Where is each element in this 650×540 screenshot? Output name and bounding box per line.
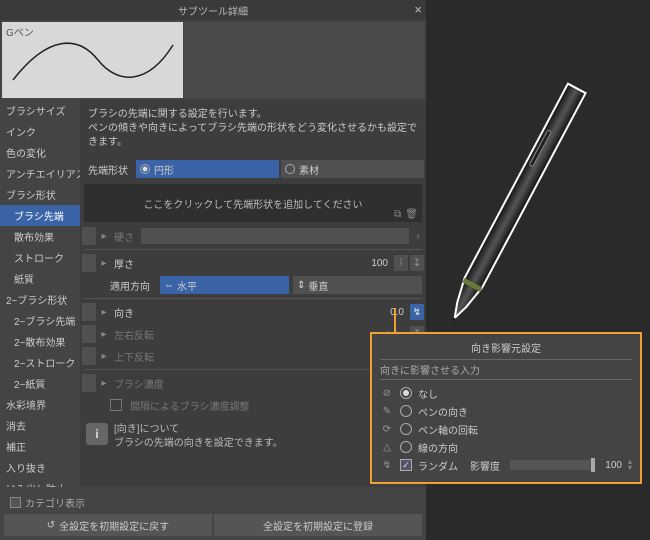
hardness-slider[interactable]: [141, 228, 409, 244]
expand-icon[interactable]: ▸: [98, 307, 110, 318]
sidebar-item[interactable]: 消去: [0, 415, 80, 436]
dynamics-icon[interactable]: ↧: [410, 255, 424, 271]
reset-defaults-button[interactable]: ↺ 全設定を初期設定に戻す: [4, 514, 212, 536]
sidebar-item[interactable]: はみ出し防止: [0, 478, 80, 487]
stroke-preview-icon: [8, 30, 178, 90]
checkbox[interactable]: [10, 497, 21, 508]
panel-title: サブツール詳細: [178, 3, 248, 18]
sidebar-item[interactable]: 補正: [0, 436, 80, 457]
radio-off-icon: [285, 164, 295, 174]
add-tip-button[interactable]: ここをクリックして先端形状を追加してください ⧉ 🗑: [84, 184, 422, 222]
popup-opt-pen-dir[interactable]: ✎ペンの向き: [380, 402, 632, 420]
chevron-right-icon[interactable]: ›: [412, 231, 424, 242]
pin-toggle[interactable]: [82, 374, 96, 392]
popup-opt-none[interactable]: ⊘なし: [380, 384, 632, 402]
preview-swatch[interactable]: Gペン: [2, 22, 183, 98]
brush-preview: Gペン: [0, 20, 426, 100]
pin-toggle[interactable]: [82, 325, 96, 343]
apply-direction-row: 適用方向 ⇔ 水平 ⇕ 垂直: [110, 275, 424, 295]
sidebar-item[interactable]: アンチエイリアス: [0, 163, 80, 184]
radio-icon: [400, 423, 412, 435]
info-body: ブラシの先端の向きを設定できます。: [114, 437, 283, 451]
save-defaults-button[interactable]: 全設定を初期設定に登録: [214, 514, 422, 536]
trash-icon[interactable]: 🗑: [405, 209, 418, 220]
subtool-detail-panel: サブツール詳細 × Gペン ブラシサイズインク色の変化アンチエイリアスブラシ形状…: [0, 0, 426, 540]
description-text: ブラシの先端に関する設定を行います。 ペンの傾きや向きによってブラシ先端の形状を…: [82, 104, 424, 154]
sidebar-item[interactable]: ブラシサイズ: [0, 100, 80, 121]
sidebar-item[interactable]: 2−紙質: [0, 373, 80, 394]
influence-slider[interactable]: [510, 460, 595, 470]
settings-sidebar: ブラシサイズインク色の変化アンチエイリアスブラシ形状ブラシ先端散布効果ストローク…: [0, 100, 80, 487]
direction-row: ▸ 向き 0.0 ↯: [82, 302, 424, 322]
apply-vertical[interactable]: ⇕ 垂直: [293, 276, 422, 294]
radio-on-icon: [140, 164, 150, 174]
sidebar-item[interactable]: 2−ストローク: [0, 352, 80, 373]
vertical-icon: ⇕: [297, 280, 305, 291]
sidebar-item[interactable]: 2−ブラシ形状: [0, 289, 80, 310]
popup-title: 向き影響元設定: [380, 340, 632, 359]
category-toggle[interactable]: カテゴリ表示: [4, 491, 422, 514]
sidebar-item[interactable]: 散布効果: [0, 226, 80, 247]
radio-icon: [400, 387, 412, 399]
expand-icon[interactable]: ▸: [98, 258, 110, 269]
sidebar-item[interactable]: 2−散布効果: [0, 331, 80, 352]
tip-shape-material[interactable]: 素材: [281, 160, 424, 178]
expand-icon[interactable]: ▸: [98, 378, 110, 389]
sidebar-item[interactable]: 入り抜き: [0, 457, 80, 478]
sidebar-item[interactable]: ブラシ形状: [0, 184, 80, 205]
titlebar: サブツール詳細 ×: [0, 0, 426, 20]
popup-subtitle: 向きに影響させる入力: [380, 359, 632, 380]
sidebar-item[interactable]: インク: [0, 121, 80, 142]
pin-toggle[interactable]: [82, 254, 96, 272]
sidebar-item[interactable]: 色の変化: [0, 142, 80, 163]
pin-toggle[interactable]: [82, 303, 96, 321]
duplicate-icon[interactable]: ⧉: [394, 209, 401, 220]
apply-horizontal[interactable]: ⇔ 水平: [160, 276, 289, 294]
tip-shape-row: 先端形状 円形 素材: [82, 158, 424, 180]
checkbox[interactable]: [110, 399, 122, 411]
radio-icon: [400, 405, 412, 417]
info-title: [向き]について: [114, 423, 283, 437]
info-icon: i: [86, 423, 108, 445]
pin-toggle[interactable]: [82, 227, 96, 245]
close-icon[interactable]: ×: [414, 2, 422, 17]
sidebar-item[interactable]: 紙質: [0, 268, 80, 289]
stepper-icon[interactable]: ▴▾: [628, 459, 632, 470]
radio-icon: [400, 441, 412, 453]
expand-icon[interactable]: ▸: [98, 351, 110, 362]
revert-icon: ↺: [47, 520, 55, 531]
popup-opt-random[interactable]: ↯ ✓ ランダム 影響度 100 ▴▾: [380, 456, 632, 474]
expand-icon[interactable]: ▸: [98, 329, 110, 340]
stepper-icon[interactable]: ⁞: [394, 255, 408, 271]
tip-shape-label: 先端形状: [82, 162, 136, 177]
expand-icon[interactable]: ▸: [98, 231, 110, 242]
preview-label: Gペン: [6, 24, 34, 39]
popup-opt-pen-rot[interactable]: ⟳ペン軸の回転: [380, 420, 632, 438]
preview-empty: [184, 22, 424, 98]
tip-shape-circle[interactable]: 円形: [136, 160, 279, 178]
direction-source-popup: 向き影響元設定 向きに影響させる入力 ⊘なし ✎ペンの向き ⟳ペン軸の回転 △線…: [370, 332, 642, 484]
panel-footer: カテゴリ表示 ↺ 全設定を初期設定に戻す 全設定を初期設定に登録: [0, 487, 426, 540]
sidebar-item[interactable]: ブラシ先端: [0, 205, 80, 226]
sidebar-item[interactable]: ストローク: [0, 247, 80, 268]
sidebar-item[interactable]: 2−ブラシ先端: [0, 310, 80, 331]
horizontal-icon: ⇔: [164, 280, 174, 291]
hardness-row: ▸ 硬さ ›: [82, 226, 424, 246]
checkbox-icon: ✓: [400, 459, 412, 471]
popup-opt-stroke-dir[interactable]: △線の方向: [380, 438, 632, 456]
thickness-row: ▸ 厚さ 100 ⁞ ↧: [82, 253, 424, 273]
pin-toggle[interactable]: [82, 347, 96, 365]
sidebar-item[interactable]: 水彩境界: [0, 394, 80, 415]
